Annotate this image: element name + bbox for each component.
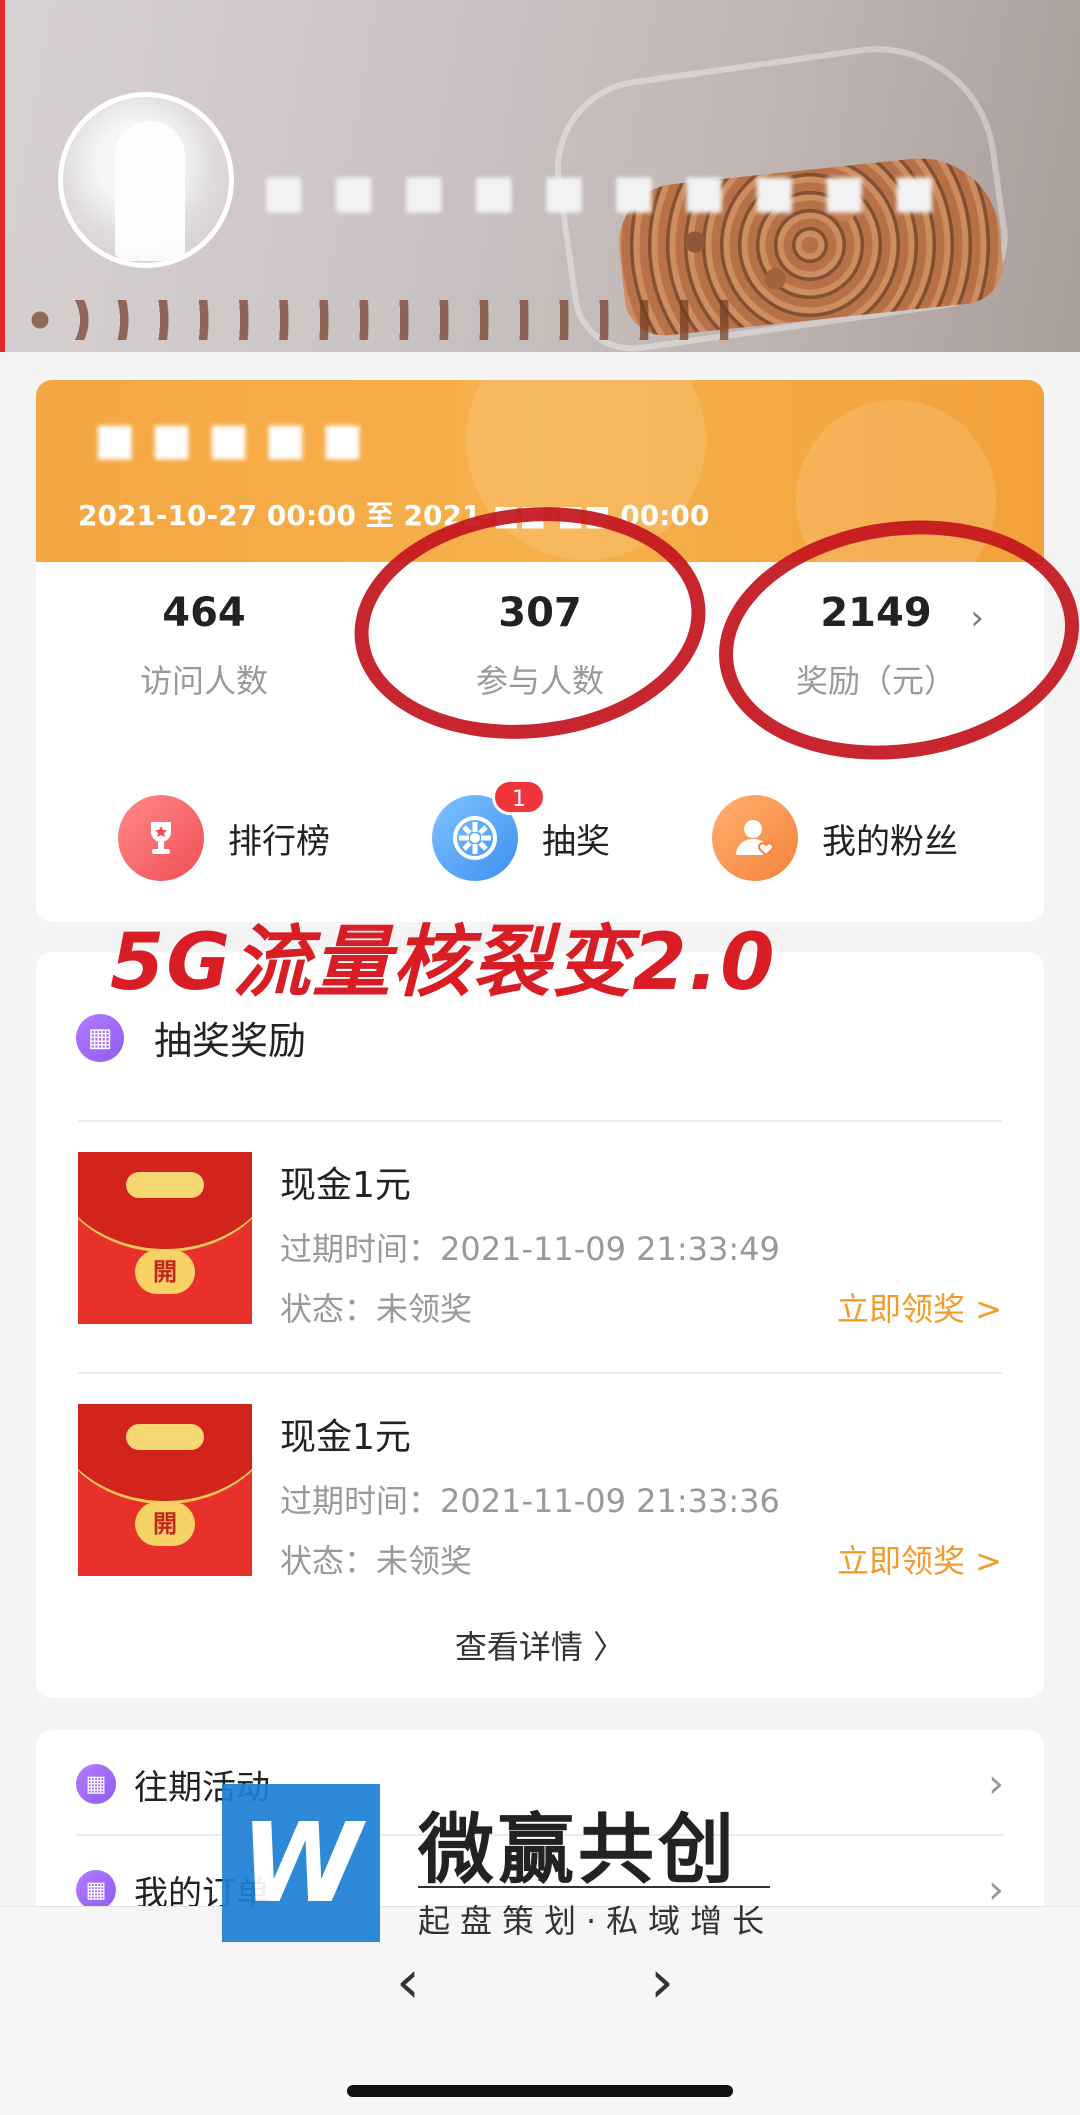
divider bbox=[78, 1372, 1002, 1374]
action-label: 我的粉丝 bbox=[822, 821, 958, 862]
envelope-flap bbox=[78, 1404, 252, 1504]
username: ■ ■ ■ ■ ■ ■ ■ ■ ■ ■ bbox=[262, 164, 943, 218]
banner-edge bbox=[0, 0, 5, 352]
action-leaderboard[interactable]: 排行榜 bbox=[118, 790, 330, 886]
watermark-logo: W 微赢共创 起盘策划·私域增长 bbox=[222, 1784, 822, 1944]
rewards-header: ▦ 抽奖奖励 bbox=[76, 1010, 306, 1065]
reward-expire: 过期时间：2021-11-09 21:33:49 bbox=[280, 1230, 780, 1268]
view-details-link[interactable]: 查看详情 〉 bbox=[36, 1622, 1044, 1668]
fans-icon bbox=[712, 795, 798, 881]
forward-icon[interactable]: › bbox=[650, 1947, 674, 2017]
stat-value: 464 bbox=[162, 590, 246, 636]
claim-button[interactable]: 立即领奖 > bbox=[837, 1284, 1002, 1330]
reward-item: 開 现金1元 过期时间：2021-11-09 21:33:49 状态：未领奖 立… bbox=[78, 1152, 1002, 1332]
avatar[interactable] bbox=[58, 92, 234, 268]
reward-title: 现金1元 bbox=[280, 1417, 411, 1458]
profile-banner: ■ ■ ■ ■ ■ ■ ■ ■ ■ ■ bbox=[0, 0, 1080, 352]
avatar-figure bbox=[115, 121, 185, 261]
stat-label: 访问人数 bbox=[139, 662, 268, 700]
red-envelope-icon: 開 bbox=[78, 1404, 252, 1576]
lottery-badge: 1 bbox=[492, 779, 546, 815]
reward-status: 状态：未领奖 bbox=[280, 1542, 473, 1580]
campaign-name: ■ ■ ■ ■ ■ bbox=[94, 414, 364, 465]
envelope-flap bbox=[78, 1152, 252, 1252]
envelope-coins bbox=[126, 1172, 204, 1198]
reward-title: 现金1元 bbox=[280, 1165, 411, 1206]
watermark-title: 微赢共创 bbox=[418, 1805, 738, 1894]
reward-expire: 过期时间：2021-11-09 21:33:36 bbox=[280, 1482, 780, 1520]
gift-icon: ▦ bbox=[76, 1870, 116, 1910]
chevron-right-icon: › bbox=[988, 1761, 1004, 1807]
envelope-seal: 開 bbox=[135, 1502, 195, 1546]
reward-status: 状态：未领奖 bbox=[280, 1290, 473, 1328]
watermark-rule bbox=[418, 1886, 770, 1888]
lottery-rewards-card: ▦ 抽奖奖励 開 现金1元 过期时间：2021-11-09 21:33:49 状… bbox=[36, 952, 1044, 1698]
wheel-icon: 1 bbox=[432, 779, 546, 881]
promo-overlay-text: 5G流量核裂变2.0 bbox=[110, 918, 777, 1008]
action-lottery[interactable]: 1 抽奖 bbox=[432, 779, 610, 886]
watermark-subtitle: 起盘策划·私域增长 bbox=[418, 1902, 775, 1940]
action-label: 抽奖 bbox=[542, 821, 610, 862]
quick-actions: 排行榜 1 抽奖 我的粉丝 bbox=[36, 779, 1044, 900]
stat-visitors: 464 访问人数 bbox=[36, 570, 372, 702]
divider bbox=[78, 1120, 1002, 1122]
envelope-coins bbox=[126, 1424, 204, 1450]
home-indicator[interactable] bbox=[347, 2085, 733, 2097]
scattered-beans bbox=[30, 300, 730, 340]
gift-icon: ▦ bbox=[76, 1764, 116, 1804]
red-envelope-icon: 開 bbox=[78, 1152, 252, 1324]
action-fans[interactable]: 我的粉丝 bbox=[712, 790, 958, 886]
trophy-icon bbox=[118, 795, 204, 881]
reward-item: 開 现金1元 过期时间：2021-11-09 21:33:36 状态：未领奖 立… bbox=[78, 1404, 1002, 1584]
action-label: 排行榜 bbox=[228, 821, 330, 862]
back-icon[interactable]: ‹ bbox=[396, 1947, 420, 2017]
envelope-seal: 開 bbox=[135, 1250, 195, 1294]
claim-button[interactable]: 立即领奖 > bbox=[837, 1536, 1002, 1582]
logo-mark: W bbox=[222, 1784, 380, 1942]
gift-icon: ▦ bbox=[76, 1013, 124, 1062]
section-title: 抽奖奖励 bbox=[154, 1019, 307, 1063]
